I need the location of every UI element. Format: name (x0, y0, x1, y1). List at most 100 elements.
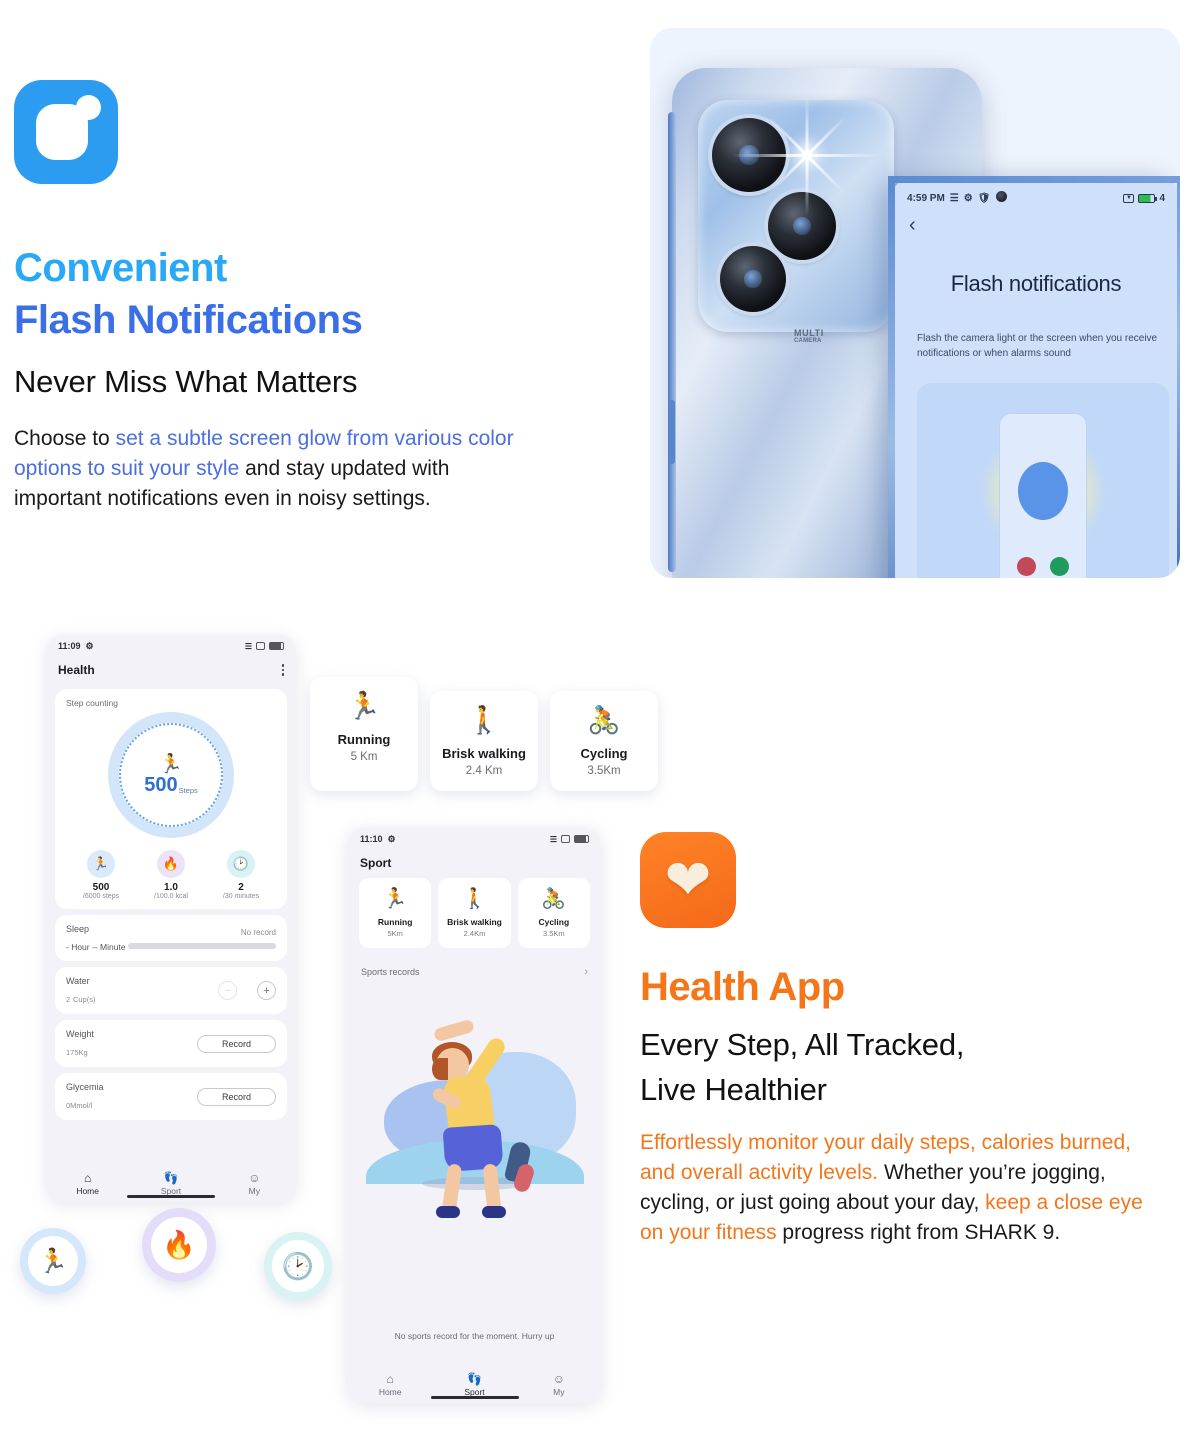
water-value: 2 Cup(s) (66, 994, 218, 1005)
nav-item-home[interactable]: ⌂ Home (348, 1372, 432, 1397)
sleep-card-right: No record (128, 928, 276, 949)
nav-item-home[interactable]: ⌂ Home (46, 1171, 129, 1196)
phone-front-screen: 4:59 PM ☰ ⚙ 🛡 ▼ 4 ‹ Flash notifications … (888, 176, 1180, 578)
sport-empty-text: No sports record for the moment. Hurry u… (394, 1331, 555, 1341)
flash-notification-app-icon (14, 80, 118, 184)
battery-icon (269, 642, 284, 650)
sports-records-label: Sports records (361, 967, 420, 977)
clock-icon: 🕑 (272, 1240, 324, 1292)
status-right-icons: ☰ (550, 835, 589, 844)
stat-minutes: 🕑 2 /30 minutes (206, 850, 275, 900)
flash-title-line2: Flash Notifications (14, 298, 363, 342)
sport-card-cycling[interactable]: 🚴 Cycling 3.5Km (517, 878, 590, 948)
status-time: 11:10 (360, 834, 383, 844)
more-options-icon[interactable] (281, 664, 284, 676)
green-dot (1050, 557, 1069, 576)
sport-card-brisk-walking[interactable]: 🚶 Brisk walking 2.4Km (438, 878, 511, 948)
home-icon: ⌂ (84, 1170, 92, 1185)
health-body-end: progress right from SHARK 9. (776, 1221, 1061, 1244)
nav-item-sport[interactable]: 👣 Sport (129, 1171, 212, 1196)
activity-distance: 5 Km (350, 751, 378, 763)
water-card[interactable]: Water 2 Cup(s) − + (55, 967, 287, 1014)
red-dot (1017, 557, 1036, 576)
glycemia-record-button[interactable]: Record (196, 1087, 276, 1106)
step-progress-ring: 🏃 500 Steps (108, 712, 234, 838)
camera-lens-secondary (768, 192, 836, 260)
step-counting-card[interactable]: Step counting 🏃 500 Steps 🏃 500 /6000 st… (55, 689, 287, 909)
vibrate-icon: ☰ (949, 192, 959, 204)
phone-screen-title: Flash notifications (950, 271, 1122, 296)
volume-down-button (1179, 417, 1180, 513)
person-left-shoe (436, 1206, 460, 1218)
person-icon: ☺ (552, 1371, 565, 1386)
sport-activity-cards: 🏃 Running 5Km 🚶 Brisk walking 2.4Km 🚴 Cy… (348, 876, 601, 948)
camera-lens-tertiary (720, 246, 786, 312)
activity-card-cycling[interactable]: 🚴 Cycling 3.5Km (550, 691, 658, 791)
flash-body-text: Choose to set a subtle screen glow from … (14, 424, 534, 514)
nav-label: My (248, 1185, 260, 1196)
water-title: Water (66, 976, 90, 986)
weight-title: Weight (66, 1029, 94, 1039)
health-subtitle-line1: Every Step, All Tracked, (640, 1027, 965, 1062)
wifi-icon: ☰ (244, 641, 252, 651)
flash-phone-photo: MULTI CAMERA 4:59 PM ☰ ⚙ 🛡 ▼ 4 ‹ Flash n… (650, 28, 1180, 578)
weight-record-button[interactable]: Record (196, 1034, 276, 1053)
nav-label: Sport (464, 1386, 485, 1397)
gear-icon: ⚙ (387, 833, 396, 844)
app-title: Health (58, 663, 95, 677)
sport-phone-status-bar: 11:10 ⚙ ☰ (348, 828, 601, 850)
status-right-icons: ▼ 4 (1123, 193, 1165, 204)
water-card-left: Water 2 Cup(s) (66, 976, 218, 1005)
sleep-card[interactable]: Sleep - Hour -- Minute No record (55, 915, 287, 961)
stat-unit: /30 minutes (222, 893, 260, 900)
water-count: 2 (66, 995, 71, 1004)
flash-body-part1: Choose to (14, 427, 116, 450)
floating-badge-flame: 🔥 (142, 1208, 216, 1282)
activity-card-brisk-walking[interactable]: 🚶 Brisk walking 2.4 Km (430, 691, 538, 791)
glycemia-card[interactable]: Glycemia 0Mmol/l Record (55, 1073, 287, 1120)
phone-side-rail (668, 112, 676, 572)
step-ring-inner: 🏃 500 Steps (119, 723, 223, 827)
water-decrease-button[interactable]: − (218, 981, 237, 1000)
sleep-title: Sleep (66, 924, 90, 934)
sports-records-row[interactable]: Sports records › (359, 962, 590, 982)
health-app-icon: ❤ (640, 832, 736, 928)
weight-card[interactable]: Weight 175Kg Record (55, 1020, 287, 1067)
nav-item-my[interactable]: ☺ My (517, 1372, 601, 1397)
activity-distance: 2.4 Km (465, 765, 503, 777)
nav-item-my[interactable]: ☺ My (213, 1171, 296, 1196)
sport-card-distance: 3.5Km (542, 929, 565, 938)
runner-icon: 🏃 (382, 888, 408, 910)
activity-card-running[interactable]: 🏃 Running 5 Km (310, 677, 418, 791)
mini-device-illustration (999, 413, 1087, 578)
health-app-bar: Health (46, 657, 296, 683)
health-title: Health App (640, 965, 845, 1009)
shoe-icon: 👣 (163, 1170, 179, 1185)
runner-icon: 🏃 (347, 691, 381, 721)
flame-icon: 🔥 (151, 1217, 207, 1273)
water-increase-button[interactable]: + (257, 981, 276, 1000)
sleep-status: No record (240, 927, 276, 937)
step-value-row: 500 Steps (144, 775, 198, 795)
nav-label: Home (378, 1386, 402, 1397)
shoe-icon: 👣 (467, 1371, 482, 1386)
nav-label: My (553, 1386, 565, 1397)
water-controls: − + (218, 981, 276, 1000)
stat-value: 2 (238, 882, 244, 893)
flash-text-block: Convenient Flash Notifications Never Mis… (14, 80, 534, 514)
volume-up-button (1179, 323, 1180, 397)
nav-item-sport[interactable]: 👣 Sport (432, 1372, 516, 1397)
sport-card-running[interactable]: 🏃 Running 5Km (359, 878, 432, 948)
walker-icon: 🚶 (462, 888, 487, 910)
activity-name: Running (337, 732, 391, 747)
floating-badge-runner: 🏃 (20, 1228, 86, 1294)
camera-flash-sparkle (732, 95, 882, 215)
sport-card-name: Cycling (538, 917, 570, 927)
back-button[interactable]: ‹ (909, 215, 916, 235)
person-right-shoe (482, 1206, 506, 1218)
glycemia-card-left: Glycemia 0Mmol/l (66, 1082, 197, 1111)
step-card-label: Step counting (66, 698, 118, 708)
sleep-value: - Hour -- Minute (66, 942, 126, 952)
battery-icon (1138, 193, 1158, 203)
app-title: Sport (360, 856, 392, 870)
